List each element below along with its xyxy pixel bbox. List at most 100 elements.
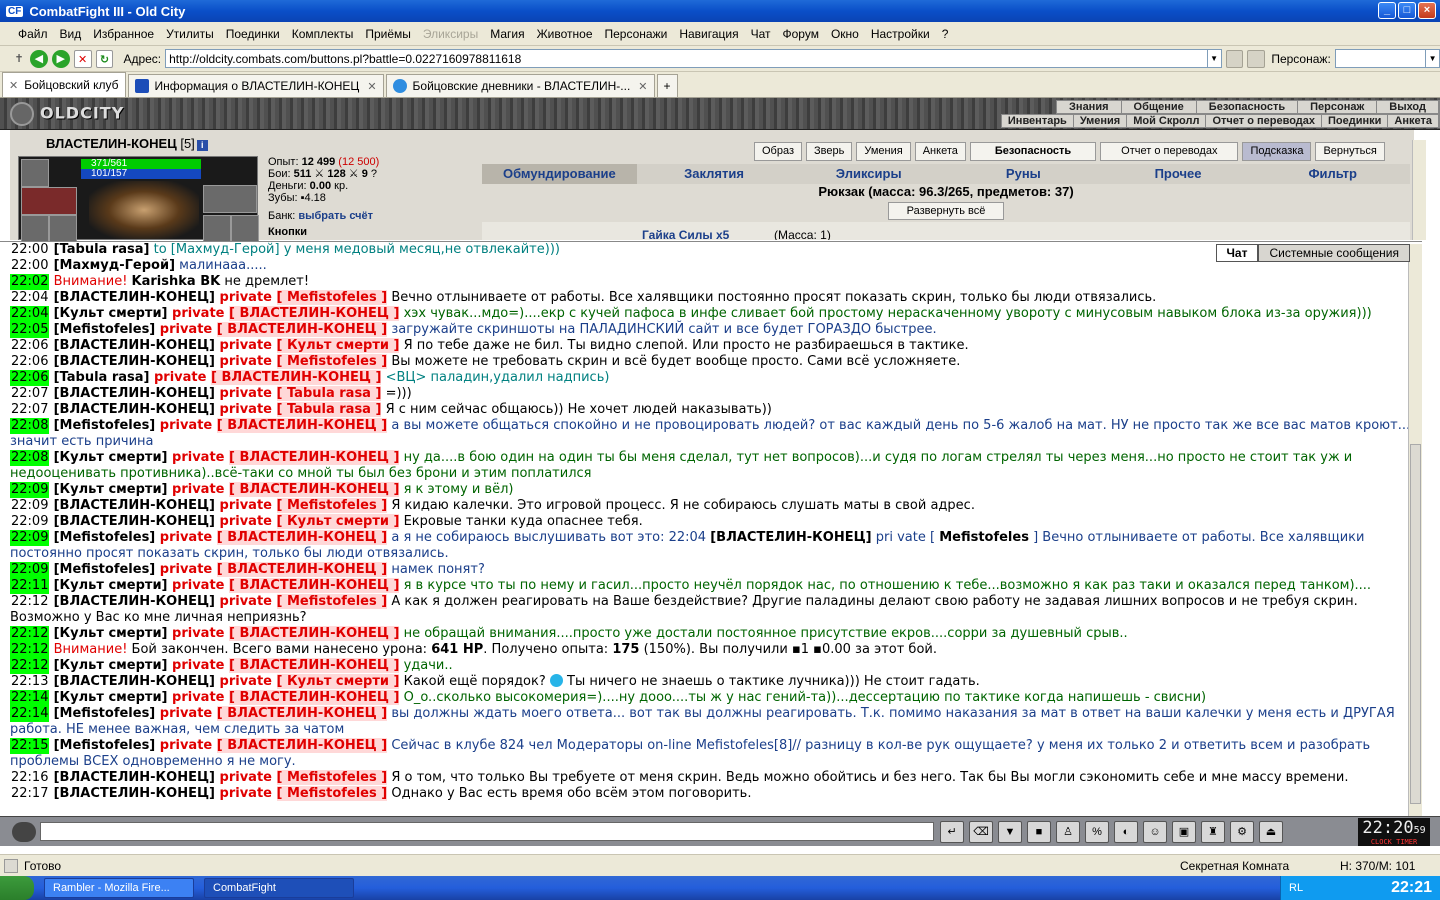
private-target[interactable]: [ Культ смерти ] <box>276 674 400 689</box>
helmet-slot[interactable] <box>21 159 49 187</box>
menu-item[interactable]: Чат <box>745 27 777 41</box>
private-target[interactable]: [ Tabula rasa ] <box>276 402 382 417</box>
go-icon[interactable] <box>1225 49 1244 68</box>
char-button[interactable]: Зверь <box>806 142 853 161</box>
avatar[interactable]: 371/561 101/157 <box>18 156 259 243</box>
belt-slot[interactable] <box>49 215 77 243</box>
tab-info[interactable]: Информация о ВЛАСТЕЛИН-КОНЕЦ ✕ <box>127 74 384 97</box>
private-target[interactable]: [ Mefistofeles ] <box>276 354 388 369</box>
task-combatfight[interactable]: CombatFight <box>204 878 354 898</box>
private-target[interactable]: [ ВЛАСТЕЛИН-КОНЕЦ ] <box>216 418 388 433</box>
subnav-item[interactable]: Инвентарь <box>1002 115 1074 127</box>
nickname[interactable]: [ВЛАСТЕЛИН-КОНЕЦ] <box>54 674 215 689</box>
character-select[interactable] <box>1334 49 1427 68</box>
close-button[interactable]: × <box>1418 2 1436 19</box>
maximize-button[interactable]: □ <box>1398 2 1416 19</box>
private-target[interactable]: [ Mefistofeles ] <box>276 770 388 785</box>
nickname[interactable]: [ВЛАСТЕЛИН-КОНЕЦ] <box>54 290 215 305</box>
chat-scrollbar[interactable] <box>1408 244 1422 816</box>
private-target[interactable]: [ ВЛАСТЕЛИН-КОНЕЦ ] <box>229 482 400 497</box>
tab-system-messages[interactable]: Системные сообщения <box>1258 244 1410 262</box>
private-target[interactable]: [ ВЛАСТЕЛИН-КОНЕЦ ] <box>216 738 388 753</box>
menu-item[interactable]: Магия <box>484 27 530 41</box>
expand-all-button[interactable]: Развернуть всё <box>888 202 1004 220</box>
nickname[interactable]: [Культ смерти] <box>54 482 168 497</box>
private-target[interactable]: [ ВЛАСТЕЛИН-КОНЕЦ ] <box>216 706 388 721</box>
character-name[interactable]: ВЛАСТЕЛИН-КОНЕЦ [5] i <box>46 136 208 151</box>
filter-icon[interactable]: ▼ <box>998 821 1022 843</box>
weapon-slot[interactable] <box>21 187 77 215</box>
nickname[interactable]: [ВЛАСТЕЛИН-КОНЕЦ] <box>54 386 215 401</box>
nickname[interactable]: [Культ смерти] <box>54 658 168 673</box>
nickname[interactable]: [Mefistofeles] <box>54 322 156 337</box>
monitor-icon[interactable]: ▣ <box>1172 821 1196 843</box>
inventory-tab[interactable]: Обмундирование <box>482 164 637 184</box>
nickname[interactable]: [Mefistofeles] <box>54 706 156 721</box>
menu-item[interactable]: Приёмы <box>359 27 417 41</box>
inventory-tab[interactable]: Эликсиры <box>791 164 946 184</box>
tab-diaries[interactable]: Бойцовские дневники - ВЛАСТЕЛИН-... ✕ <box>385 74 655 97</box>
menu-item[interactable]: Избранное <box>87 27 160 41</box>
nickname[interactable]: [ВЛАСТЕЛИН-КОНЕЦ] <box>54 514 215 529</box>
menu-item[interactable]: ? <box>936 27 955 41</box>
gear-icon[interactable]: ⚙ <box>1230 821 1254 843</box>
nav-item[interactable]: Знания <box>1057 101 1122 113</box>
nickname[interactable]: [Tabula rasa] <box>54 370 150 385</box>
menu-item[interactable]: Персонажи <box>599 27 674 41</box>
inventory-scrollbar[interactable] <box>1412 140 1426 240</box>
private-target[interactable]: [ Mefistofeles ] <box>276 594 388 609</box>
menu-item[interactable]: Файл <box>12 27 54 41</box>
close-tab-icon[interactable]: ✕ <box>367 80 376 93</box>
nickname[interactable]: [Mefistofeles] <box>54 738 156 753</box>
address-dropdown-icon[interactable]: ▼ <box>1207 49 1222 68</box>
inventory-tab[interactable]: Руны <box>946 164 1101 184</box>
nickname[interactable]: [Культ смерти] <box>54 450 168 465</box>
character-dropdown-icon[interactable]: ▼ <box>1426 49 1440 68</box>
private-target[interactable]: [ Mefistofeles ] <box>276 498 388 513</box>
menu-item[interactable]: Животное <box>531 27 599 41</box>
private-target[interactable]: [ Культ смерти ] <box>276 514 400 529</box>
nickname[interactable]: [Культ смерти] <box>54 578 168 593</box>
menu-item[interactable]: Окно <box>825 27 865 41</box>
bank-link[interactable]: выбрать счёт <box>298 210 373 222</box>
back-button[interactable]: ◀ <box>29 49 48 68</box>
save-icon[interactable]: ■ <box>1027 821 1051 843</box>
nickname[interactable]: [Mefistofeles] <box>54 530 156 545</box>
nickname[interactable]: [Махмуд-Герой] <box>54 258 175 273</box>
nav-item[interactable]: Общение <box>1122 101 1197 113</box>
pin-icon[interactable]: ✝ <box>12 50 26 68</box>
smiley-icon[interactable]: ☺ <box>1143 821 1167 843</box>
nickname[interactable]: [Культ смерти] <box>54 690 168 705</box>
boots-slot[interactable] <box>203 215 231 243</box>
info-icon[interactable]: i <box>196 140 208 151</box>
private-target[interactable]: [ ВЛАСТЕЛИН-КОНЕЦ ] <box>210 370 382 385</box>
inventory-tab[interactable]: Заклятия <box>637 164 792 184</box>
ring-slot[interactable] <box>231 215 259 243</box>
private-target[interactable]: [ Tabula rasa ] <box>276 386 382 401</box>
scroll-thumb[interactable] <box>1410 444 1421 804</box>
char-button[interactable]: Анкета <box>914 142 966 161</box>
char-button[interactable]: Отчет о переводах <box>1100 142 1239 161</box>
new-tab-button[interactable]: + <box>656 74 678 97</box>
private-target[interactable]: [ ВЛАСТЕЛИН-КОНЕЦ ] <box>229 306 400 321</box>
armor-slot[interactable] <box>21 215 49 243</box>
chat-settings-icon[interactable] <box>12 822 36 842</box>
subnav-item[interactable]: Отчет о переводах <box>1206 115 1323 127</box>
close-tab-icon[interactable]: ✕ <box>638 80 647 93</box>
percent-icon[interactable]: % <box>1085 821 1109 843</box>
close-tab-icon[interactable]: ✕ <box>9 79 18 92</box>
tab-chat[interactable]: Чат <box>1215 244 1259 262</box>
send-icon[interactable]: ↵ <box>940 821 964 843</box>
subnav-item[interactable]: Мой Скролл <box>1127 115 1207 127</box>
nickname[interactable]: [ВЛАСТЕЛИН-КОНЕЦ] <box>54 498 215 513</box>
exit-icon[interactable]: ⏏ <box>1259 821 1283 843</box>
nickname[interactable]: [ВЛАСТЕЛИН-КОНЕЦ] <box>54 338 215 353</box>
nickname[interactable]: 175 <box>612 642 639 657</box>
eraser-icon[interactable]: ⌫ <box>969 821 993 843</box>
users-icon[interactable] <box>1247 49 1266 68</box>
private-target[interactable]: [ ВЛАСТЕЛИН-КОНЕЦ ] <box>229 578 400 593</box>
char-button[interactable]: Умения <box>856 142 911 161</box>
nickname[interactable]: [ВЛАСТЕЛИН-КОНЕЦ] <box>710 530 871 545</box>
nav-item[interactable]: Безопасность <box>1197 101 1299 113</box>
menu-item[interactable]: Настройки <box>865 27 936 41</box>
